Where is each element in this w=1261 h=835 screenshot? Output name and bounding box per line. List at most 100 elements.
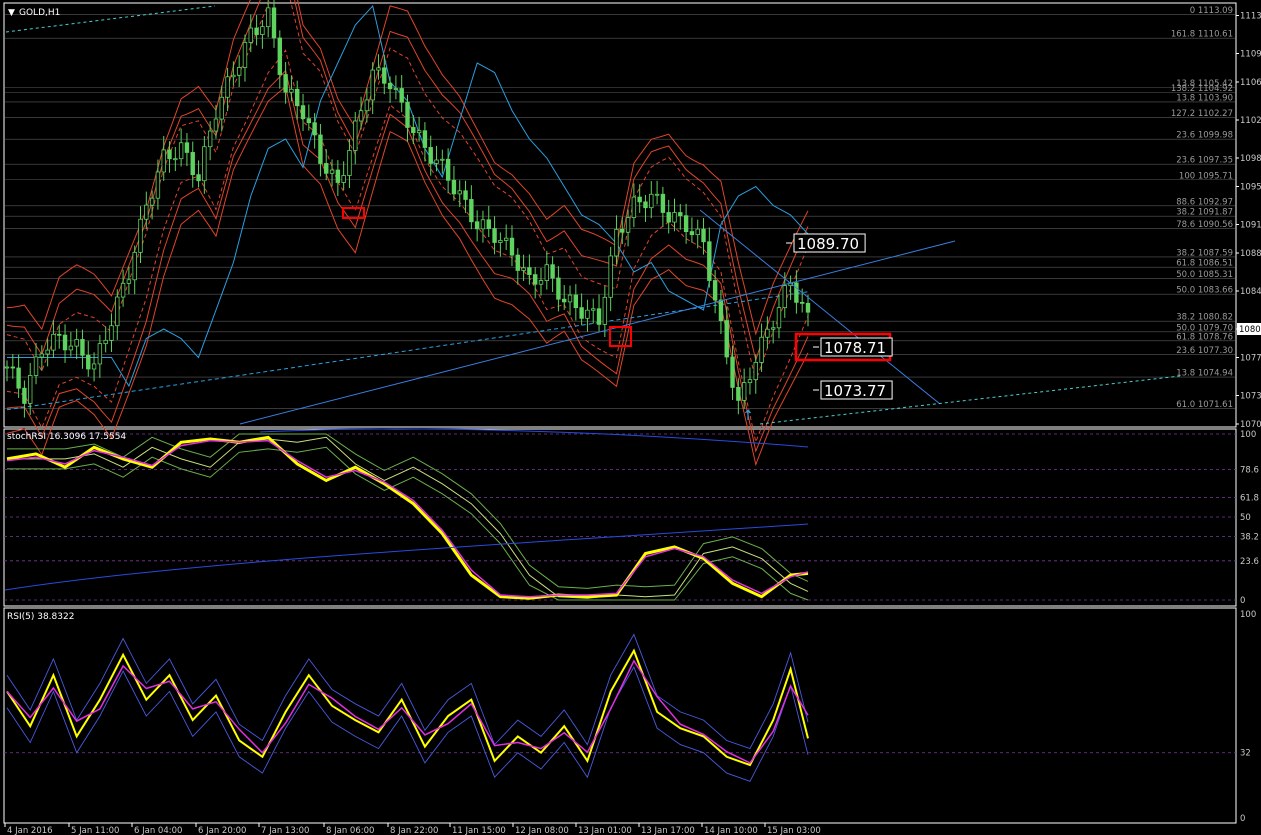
candle-body [724, 320, 729, 358]
candle-body [28, 375, 33, 404]
candle-body [718, 299, 724, 321]
time-tick: 13 Jan 17:00 [641, 826, 695, 835]
candle-body [753, 362, 758, 381]
pane-frame [3, 607, 1237, 824]
fib-label: 23.6 1097.35 [1176, 156, 1233, 166]
candle-body [225, 76, 230, 98]
candle-body [109, 325, 114, 341]
candle-body [318, 134, 323, 164]
candle-body [440, 158, 445, 161]
candle-body [794, 282, 799, 303]
candle-body [370, 69, 375, 101]
symbol-label: GOLD,H1 [19, 8, 60, 18]
price-label: 1078.71 [824, 339, 886, 357]
candle-body [341, 175, 346, 183]
candle-body [376, 67, 381, 71]
candle-body [283, 74, 288, 93]
envelope-bands [6, 0, 809, 467]
candle-body [509, 237, 515, 256]
candle-body [184, 142, 190, 153]
candle-body [654, 193, 660, 196]
candle-body [492, 228, 497, 243]
candle-body [411, 127, 416, 134]
candle-body [358, 110, 364, 122]
candle-body [451, 179, 457, 195]
candle-body [219, 96, 224, 120]
candle-body [399, 88, 404, 103]
candle-body [45, 349, 50, 355]
fib-label: 61.0 1071.61 [1176, 400, 1233, 410]
price-label: 1073.77 [824, 382, 886, 400]
candle-body [196, 174, 201, 182]
candle-body [324, 163, 329, 174]
candle-body [91, 363, 97, 370]
price-axis: 1113 1109 1106 1102 1098 1095 1091 1088 1084 1080… [1236, 12, 1261, 430]
time-tick: 12 Jan 08:00 [515, 826, 569, 835]
candle-body [295, 88, 300, 107]
candle-body [39, 353, 45, 358]
candle-body [614, 228, 619, 257]
stoch-tick: 100 [1240, 430, 1256, 440]
candle-body [591, 308, 596, 311]
candle-body [701, 228, 706, 243]
candle-body [463, 190, 468, 200]
pane-frame [3, 428, 1237, 607]
rsi-pane: 100 32 0 [4, 610, 1256, 824]
candle-body [434, 159, 439, 164]
chart-menu-icon[interactable]: ▼ [8, 8, 15, 18]
candle-body [666, 212, 671, 223]
price-tick: 1106 [1240, 78, 1261, 88]
candle-body [312, 122, 317, 136]
time-tick: 6 Jan 04:00 [134, 826, 182, 835]
candle-body [759, 336, 764, 363]
time-tick: 4 Jan 2016 [7, 826, 53, 835]
candle-body [527, 267, 532, 276]
price-tick: 1088 [1240, 249, 1261, 259]
time-tick: 6 Jan 20:00 [198, 826, 246, 835]
fib-label: 161.8 1110.61 [1171, 30, 1233, 40]
candle-body [585, 309, 590, 319]
time-tick: 15 Jan 03:00 [767, 826, 821, 835]
candle-body [260, 26, 265, 35]
band-line [6, 85, 809, 467]
fib-label: 100 1095.71 [1179, 171, 1233, 181]
candle-body [486, 219, 491, 229]
candle-body [155, 171, 161, 199]
candle-body [683, 215, 689, 232]
candle-body [538, 280, 544, 285]
candle-body [207, 130, 213, 148]
candle-body [562, 298, 567, 303]
candle-body [480, 219, 486, 230]
candle-body [707, 241, 712, 281]
candle-body [428, 147, 433, 164]
candle-body [329, 169, 335, 174]
up-arrow-icon: ↑ [742, 408, 754, 424]
candle-body [248, 27, 253, 43]
candle-body [602, 296, 608, 325]
candle-body [544, 264, 550, 281]
candle-body [695, 228, 700, 236]
candle-body [736, 386, 741, 401]
price-label: 1089.70 [797, 235, 859, 253]
fib-label: 38.2 1087.59 [1176, 248, 1233, 258]
stoch-ma [4, 523, 809, 591]
candle-body [306, 118, 312, 124]
candle-body [335, 169, 341, 183]
fib-label: 38.2 1091.87 [1176, 208, 1233, 218]
candle-body [364, 99, 370, 112]
candle-body [57, 333, 62, 336]
candle-body [579, 307, 584, 319]
time-tick: 13 Jan 01:00 [578, 826, 632, 835]
candle-body [567, 294, 573, 303]
time-tick: 11 Jan 15:00 [452, 826, 506, 835]
stoch-ma [259, 428, 809, 448]
fib-label: 88.6 1092.97 [1176, 197, 1233, 207]
fib-label: 61.8 1078.76 [1176, 332, 1233, 342]
candle-body [51, 333, 56, 351]
candle-body [173, 158, 178, 161]
fib-label: 50.0 1085.31 [1176, 270, 1233, 280]
candle-body [265, 7, 271, 28]
price-tick: 1091 [1240, 221, 1261, 231]
candle-body [353, 120, 358, 151]
candle-body [97, 343, 103, 365]
